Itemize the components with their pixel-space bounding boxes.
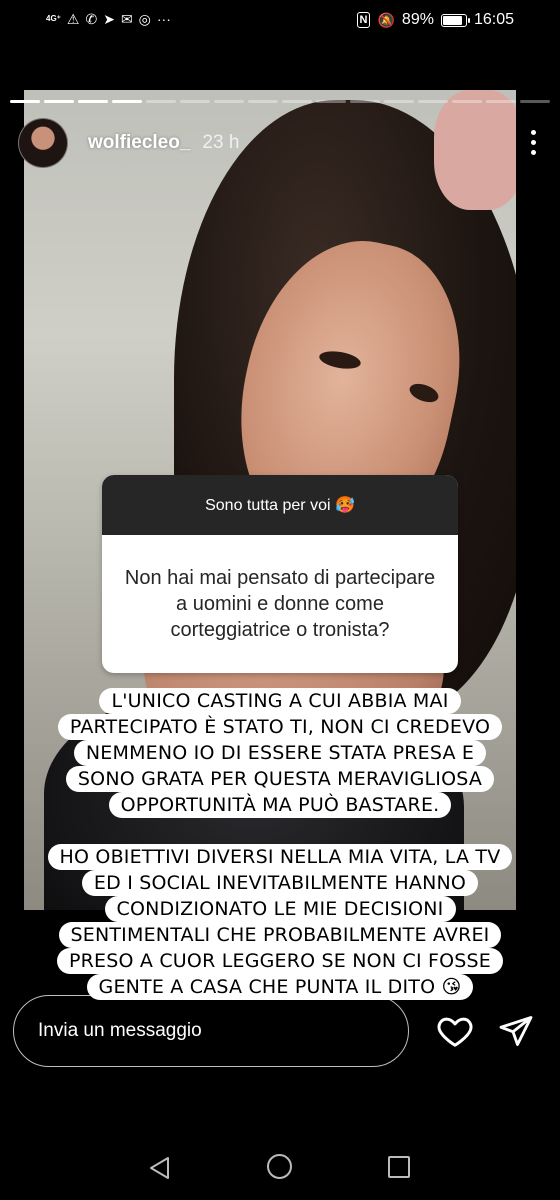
answer-line-row: OPPORTUNITÀ MA PUÒ BASTARE. xyxy=(0,792,560,818)
answer-line-row: L'UNICO CASTING A CUI ABBIA MAI xyxy=(0,688,560,714)
answer-line-row: SENTIMENTALI CHE PROBABILMENTE AVREI xyxy=(0,922,560,948)
more-dot xyxy=(530,130,536,135)
story-timestamp: 23 h xyxy=(202,132,240,153)
answer-line: NEMMENO IO DI ESSERE STATA PRESA E xyxy=(73,740,487,766)
answer-text-2: HO OBIETTIVI DIVERSI NELLA MIA VITA, LA … xyxy=(0,844,560,1000)
answer-line-row: PARTECIPATO È STATO TI, NON CI CREDEVO xyxy=(0,714,560,740)
more-dot xyxy=(530,140,536,145)
answer-line: OPPORTUNITÀ MA PUÒ BASTARE. xyxy=(108,792,452,818)
status-notifications: 4G⁺ ⚠ ✆ ➤ ✉ ◎ ··· xyxy=(46,11,171,27)
answer-line: SENTIMENTALI CHE PROBABILMENTE AVREI xyxy=(58,922,502,948)
avatar[interactable] xyxy=(18,118,68,168)
message-input[interactable]: Invia un messaggio xyxy=(13,995,409,1067)
more-dot xyxy=(530,150,536,155)
answer-line: ED I SOCIAL INEVITABILMENTE HANNO xyxy=(81,870,479,896)
question-sticker-header: Sono tutta per voi 🥵 xyxy=(102,475,458,535)
progress-segment xyxy=(486,100,516,103)
progress-segment xyxy=(418,100,448,103)
answer-line-row: PRESO A CUOR LEGGERO SE NON CI FOSSE xyxy=(0,948,560,974)
answer-line: PRESO A CUOR LEGGERO SE NON CI FOSSE xyxy=(56,948,503,974)
question-text: Non hai mai pensato di partecipare a uom… xyxy=(124,567,436,641)
back-icon[interactable] xyxy=(147,1155,173,1181)
answer-line: L'UNICO CASTING A CUI ABBIA MAI xyxy=(99,688,461,714)
network-indicator: 4G⁺ xyxy=(46,14,61,23)
battery-level xyxy=(442,15,462,25)
answer-line: HO OBIETTIVI DIVERSI NELLA MIA VITA, LA … xyxy=(47,844,513,870)
progress-segment xyxy=(180,100,210,103)
warning-icon: ⚠ xyxy=(66,11,80,27)
progress-segment xyxy=(248,100,278,103)
progress-segment xyxy=(10,100,40,103)
whatsapp-icon: ✆ xyxy=(85,11,98,27)
answer-text-1: L'UNICO CASTING A CUI ABBIA MAI PARTECIPA… xyxy=(0,688,560,818)
username[interactable]: wolfiecleo_ xyxy=(88,132,190,154)
answer-line-row: SONO GRATA PER QUESTA MERAVIGLIOSA xyxy=(0,766,560,792)
progress-segment xyxy=(112,100,142,103)
answer-line: CONDIZIONATO LE MIE DECISIONI xyxy=(104,896,456,922)
story-progress-bar xyxy=(10,100,550,103)
progress-segment xyxy=(78,100,108,103)
photo-hand xyxy=(434,90,516,210)
mute-icon: 🔕 xyxy=(377,11,395,28)
question-sticker: Sono tutta per voi 🥵 Non hai mai pensato… xyxy=(102,475,458,673)
home-icon[interactable] xyxy=(267,1154,292,1179)
story-header: wolfiecleo_ 23 h xyxy=(18,118,239,168)
message-placeholder: Invia un messaggio xyxy=(38,1020,202,1041)
status-bar: 4G⁺ ⚠ ✆ ➤ ✉ ◎ ··· N 🔕 89% 16:05 xyxy=(0,0,560,42)
progress-segment xyxy=(384,100,414,103)
answer-line-row: HO OBIETTIVI DIVERSI NELLA MIA VITA, LA … xyxy=(0,844,560,870)
progress-segment xyxy=(452,100,482,103)
clock: 16:05 xyxy=(473,11,514,28)
answer-line-row: ED I SOCIAL INEVITABILMENTE HANNO xyxy=(0,870,560,896)
progress-segment xyxy=(316,100,346,103)
progress-segment xyxy=(282,100,312,103)
answer-line-row: CONDIZIONATO LE MIE DECISIONI xyxy=(0,896,560,922)
more-options-icon[interactable] xyxy=(530,130,536,155)
progress-segment xyxy=(146,100,176,103)
paper-plane-icon[interactable] xyxy=(498,1013,534,1049)
answer-line: PARTECIPATO È STATO TI, NON CI CREDEVO xyxy=(57,714,503,740)
status-system: N 🔕 89% 16:05 xyxy=(356,11,514,29)
progress-segment xyxy=(44,100,74,103)
telegram-icon: ➤ xyxy=(103,11,115,27)
mail-icon: ✉ xyxy=(120,11,133,27)
answer-line: SONO GRATA PER QUESTA MERAVIGLIOSA xyxy=(65,766,495,792)
answer-line-row: NEMMENO IO DI ESSERE STATA PRESA E xyxy=(0,740,560,766)
recents-icon[interactable] xyxy=(388,1156,410,1178)
progress-segment xyxy=(520,100,550,103)
instagram-icon: ◎ xyxy=(138,11,151,27)
progress-segment xyxy=(214,100,244,103)
battery-icon xyxy=(440,13,470,27)
progress-segment xyxy=(350,100,380,103)
battery-percent: 89% xyxy=(401,11,434,28)
nfc-icon: N xyxy=(356,12,371,28)
more-notifications-icon: ··· xyxy=(156,11,171,27)
heart-icon[interactable] xyxy=(436,1012,474,1050)
